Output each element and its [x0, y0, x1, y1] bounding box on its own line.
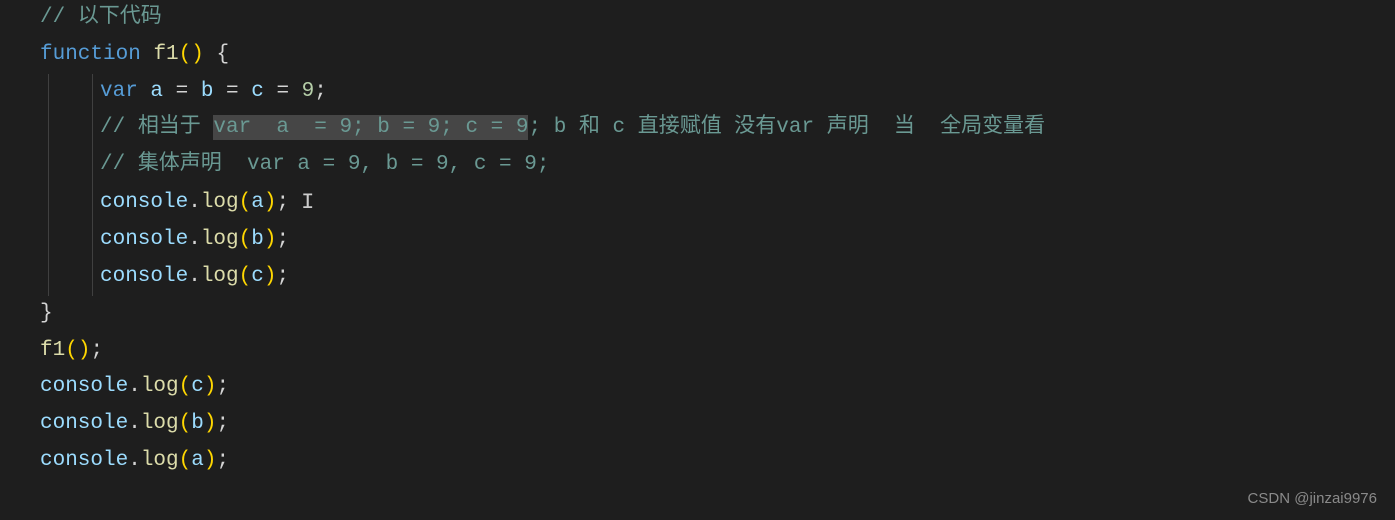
watermark: CSDN @jinzai9976 [1248, 486, 1377, 512]
code-line[interactable]: console.log(b); [40, 406, 1355, 443]
code-line[interactable]: // 集体声明 var a = 9, b = 9, c = 9; [40, 147, 1355, 184]
code-line[interactable]: // 以下代码 [40, 0, 1355, 37]
code-line[interactable]: function f1() { [40, 37, 1355, 74]
comment: // 相当于 var a = 9; b = 9; c = 9; b 和 c 直接… [100, 115, 1045, 140]
method-log: log [201, 191, 239, 214]
keyword-function: function [40, 43, 141, 66]
code-line[interactable]: f1(); [40, 333, 1355, 370]
comment: // 集体声明 var a = 9, b = 9, c = 9; [100, 153, 549, 176]
code-editor[interactable]: // 以下代码 function f1() { var a = b = c = … [40, 0, 1355, 480]
code-line[interactable]: } [40, 296, 1355, 333]
comment: // 以下代码 [40, 6, 162, 29]
function-name: f1 [153, 43, 178, 66]
code-line[interactable]: console.log(a); [40, 443, 1355, 480]
code-line[interactable]: console.log(c); [40, 259, 1355, 296]
text-selection: var a = 9; b = 9; c = 9 [213, 115, 528, 140]
code-line[interactable]: console.log(a);I [40, 184, 1355, 223]
code-line[interactable]: console.log(b); [40, 222, 1355, 259]
keyword-var: var [100, 80, 138, 103]
code-line[interactable]: console.log(c); [40, 369, 1355, 406]
code-line[interactable]: var a = b = c = 9; [40, 74, 1355, 111]
code-line[interactable]: // 相当于 var a = 9; b = 9; c = 9; b 和 c 直接… [40, 110, 1355, 147]
text-cursor-icon: I [301, 184, 314, 223]
console-object: console [100, 191, 188, 214]
parens: () [179, 43, 204, 66]
